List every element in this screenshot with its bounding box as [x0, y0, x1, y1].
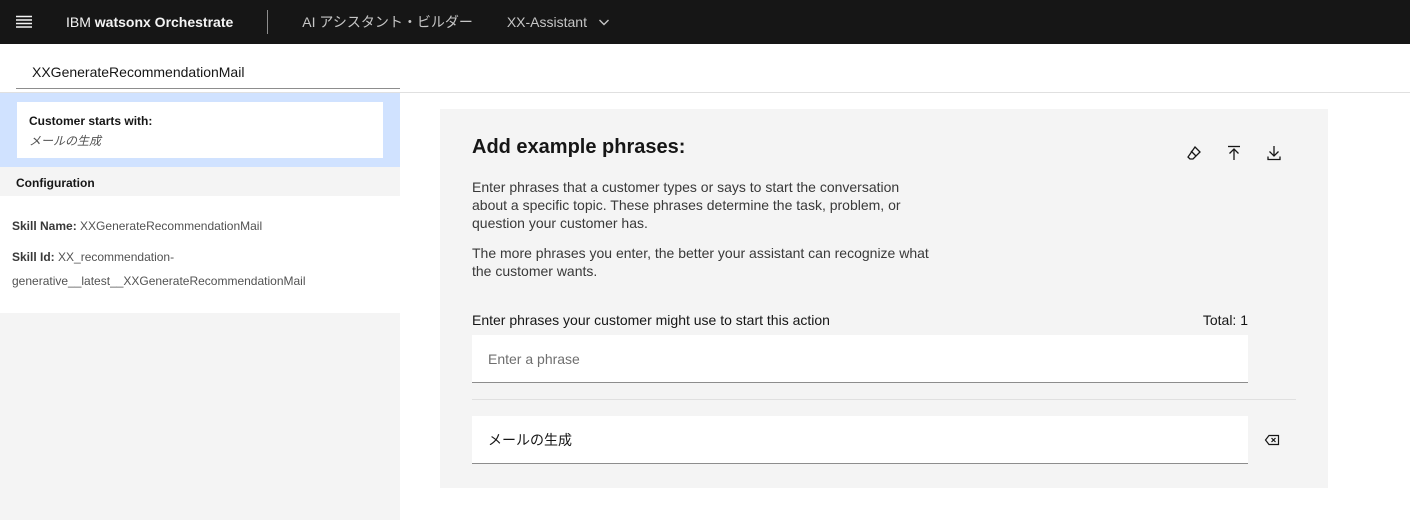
phrase-tools [1185, 144, 1283, 162]
example-phrases-panel: Add example phrases: Enter phrases that … [440, 109, 1328, 488]
step-subtitle: メールの生成 [29, 134, 102, 148]
configuration-box: Skill Name: XXGenerateRecommendationMail… [0, 196, 400, 313]
phrase-total-count: Total: 1 [1202, 312, 1248, 328]
header-divider [267, 10, 269, 34]
step-selected-highlight: Customer starts with: メールの生成 [0, 93, 400, 167]
skill-name-label: Skill Name: [12, 219, 77, 233]
phrase-field-label: Enter phrases your customer might use to… [472, 312, 830, 328]
skill-name-value: XXGenerateRecommendationMail [80, 219, 263, 233]
action-name-value: XXGenerateRecommendationMail [32, 63, 245, 80]
assistant-name: XX-Assistant [506, 14, 587, 30]
upload-icon[interactable] [1225, 144, 1243, 162]
phrase-list-divider [472, 399, 1296, 400]
skill-name-row: Skill Name: XXGenerateRecommendationMail [12, 214, 388, 238]
nav-assistant-builder[interactable]: AI アシスタント・ビルダー [302, 12, 473, 32]
phrase-list-item[interactable]: メールの生成 [472, 416, 1248, 464]
description-paragraph-2: The more phrases you enter, the better y… [472, 245, 929, 279]
phrase-input[interactable] [472, 335, 1248, 383]
skill-id-label: Skill Id: [12, 250, 55, 264]
download-icon[interactable] [1265, 144, 1283, 162]
skill-id-row: Skill Id: XX_recommendation-generative__… [12, 245, 388, 293]
description-paragraph-1: Enter phrases that a customer types or s… [472, 179, 901, 231]
assistant-switcher[interactable]: XX-Assistant [507, 14, 611, 30]
eraser-icon[interactable] [1185, 144, 1203, 162]
phrase-text: メールの生成 [488, 431, 572, 448]
action-name-field[interactable]: XXGenerateRecommendationMail [16, 55, 400, 89]
customer-starts-with-step[interactable]: Customer starts with: メールの生成 [17, 102, 383, 158]
brand-name: watsonx Orchestrate [94, 14, 234, 30]
configuration-title: Configuration [16, 176, 95, 190]
skill-id-value: XX_recommendation-generative__latest__XX… [12, 250, 306, 288]
hamburger-menu-icon[interactable] [0, 0, 48, 44]
step-title: Customer starts with: [29, 114, 153, 128]
top-navigation-bar: IBM watsonx Orchestrate AI アシスタント・ビルダー X… [0, 0, 1410, 44]
panel-title: Add example phrases: [472, 136, 686, 158]
backspace-delete-icon[interactable] [1264, 432, 1280, 448]
steps-sidebar: Customer starts with: メールの生成 Configurati… [0, 93, 400, 520]
brand-logo[interactable]: IBM watsonx Orchestrate [66, 14, 233, 30]
brand-prefix: IBM [66, 14, 91, 30]
chevron-down-icon [598, 19, 609, 26]
